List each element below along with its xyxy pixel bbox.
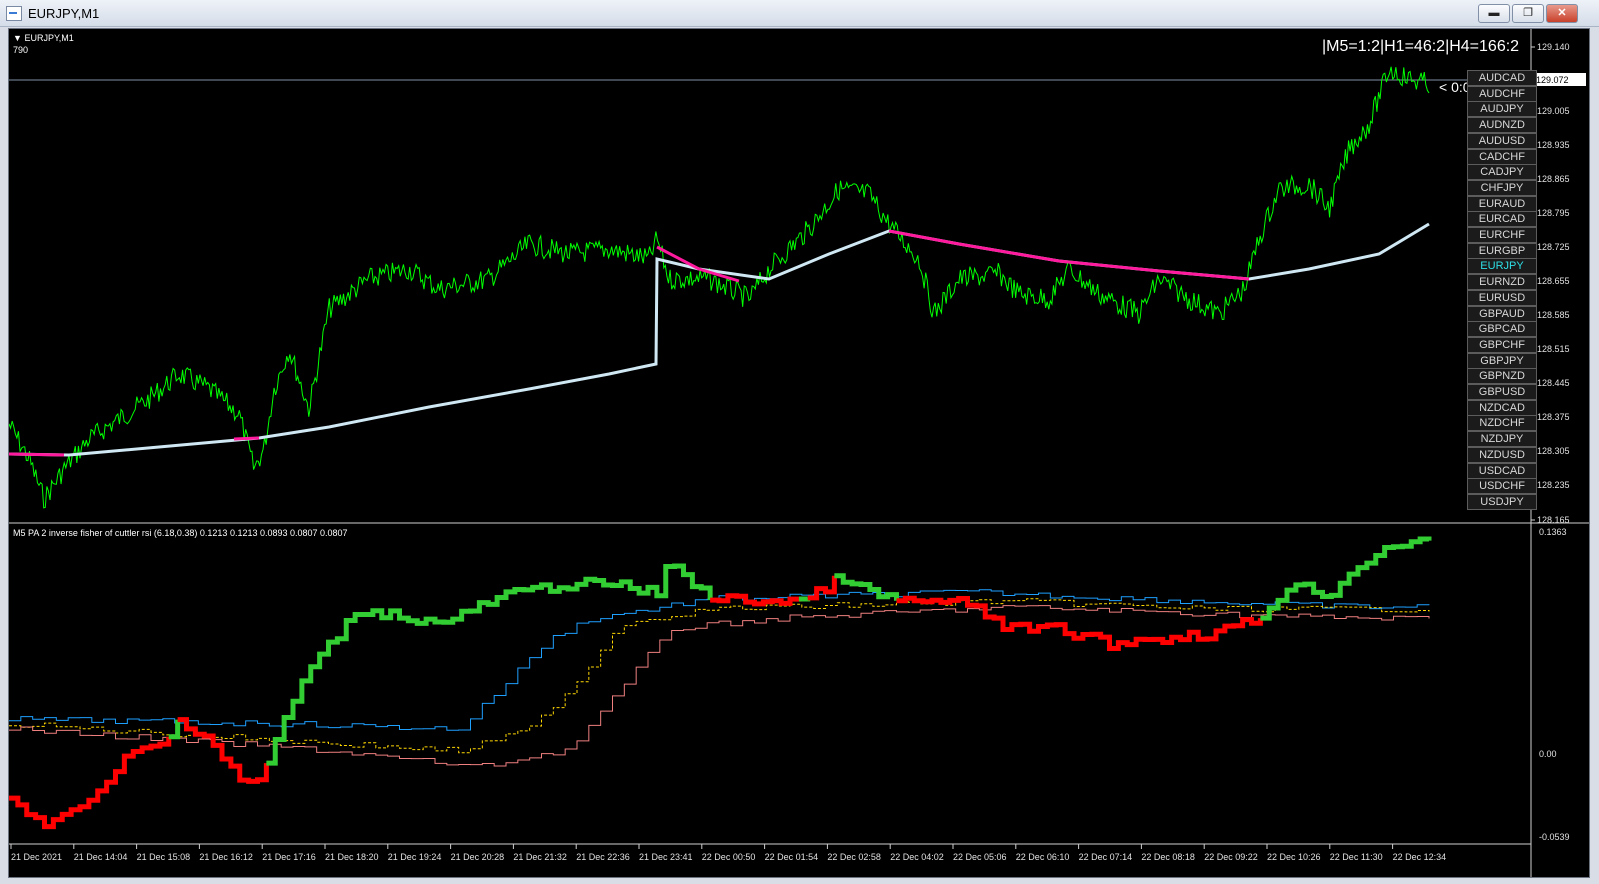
price-tick-label: 128.795	[1537, 208, 1570, 218]
price-tick-label: 128.935	[1537, 140, 1570, 150]
price-tick-label: 128.445	[1537, 378, 1570, 388]
price-tick-label: 128.375	[1537, 412, 1570, 422]
time-tick-label: 21 Dec 15:08	[137, 852, 191, 862]
price-tick-label: 128.725	[1537, 242, 1570, 252]
moving-average-line	[9, 222, 1430, 457]
moving-average-down-segment	[9, 452, 65, 457]
moving-average-down-segment	[888, 229, 1250, 281]
pair-button-eurnzd[interactable]: EURNZD	[1467, 274, 1537, 291]
pair-button-usdcad[interactable]: USDCAD	[1467, 462, 1537, 479]
pair-button-cadchf[interactable]: CADCHF	[1467, 148, 1537, 165]
pair-button-audusd[interactable]: AUDUSD	[1467, 132, 1537, 149]
pair-button-eurchf[interactable]: EURCHF	[1467, 227, 1537, 243]
pair-button-audjpy[interactable]: AUDJPY	[1467, 101, 1537, 118]
time-tick-label: 21 Dec 2021	[11, 852, 62, 862]
time-tick-label: 22 Dec 12:34	[1393, 852, 1447, 862]
indicator-bear-segment	[896, 595, 1263, 652]
pair-button-nzdchf[interactable]: NZDCHF	[1467, 415, 1537, 432]
time-tick-label: 22 Dec 09:22	[1204, 852, 1258, 862]
time-tick-label: 21 Dec 16:12	[199, 852, 253, 862]
indicator-bull-segment	[168, 719, 181, 740]
window-title: EURJPY,M1	[28, 6, 100, 21]
chart-canvas: 129.140 129.005 128.935 128.865 128.795 128.7…	[9, 29, 1589, 877]
price-tick-label: 128.235	[1537, 480, 1570, 490]
indicator-bear-segment	[177, 717, 269, 784]
indicator-bull-segment	[266, 563, 713, 766]
pair-button-gbpjpy[interactable]: GBPJPY	[1467, 352, 1537, 369]
time-tick-label: 21 Dec 18:20	[325, 852, 379, 862]
price-tick-label: 128.515	[1537, 344, 1570, 354]
time-tick-label: 21 Dec 20:28	[451, 852, 505, 862]
symbol-label: ▼ EURJPY,M1	[13, 33, 74, 43]
pair-button-euraud[interactable]: EURAUD	[1467, 195, 1537, 212]
price-tick-label: 128.585	[1537, 310, 1570, 320]
pair-button-audchf[interactable]: AUDCHF	[1467, 85, 1537, 102]
dropdown-triangle-icon[interactable]: ▼	[13, 33, 22, 43]
pair-button-nzdcad[interactable]: NZDCAD	[1467, 399, 1537, 416]
time-tick-label: 21 Dec 21:32	[513, 852, 567, 862]
pair-button-eurcad[interactable]: EURCAD	[1467, 211, 1537, 228]
price-tick-label: 128.165	[1537, 515, 1570, 525]
current-price-value: 129.072	[1536, 75, 1569, 85]
pair-button-eurusd[interactable]: EURUSD	[1467, 289, 1537, 306]
indicator-tick-label: 0.1363	[1539, 527, 1567, 537]
time-tick-label: 21 Dec 22:36	[576, 852, 630, 862]
time-tick-label: 22 Dec 02:58	[827, 852, 881, 862]
pair-button-nzdusd[interactable]: NZDUSD	[1467, 446, 1537, 463]
time-tick-label: 22 Dec 11:30	[1330, 852, 1383, 862]
indicator-tick-label: 0.00	[1539, 749, 1557, 759]
status-text: |M5=1:2|H1=46:2|H4=166:2	[1322, 38, 1520, 55]
close-button[interactable]: ✕	[1546, 4, 1578, 23]
indicator-bull-segment	[798, 596, 811, 602]
pair-button-gbpusd[interactable]: GBPUSD	[1467, 384, 1537, 400]
symbol-text: EURJPY,M1	[24, 33, 74, 43]
time-tick-label: 22 Dec 07:14	[1079, 852, 1133, 862]
price-tick-label: 129.005	[1537, 106, 1570, 116]
moving-average-down-segment	[233, 436, 260, 441]
pair-button-eurgbp[interactable]: EURGBP	[1467, 242, 1537, 259]
time-tick-label: 21 Dec 19:24	[388, 852, 442, 862]
time-tick-label: 22 Dec 06:10	[1016, 852, 1070, 862]
indicator-blue-line	[9, 589, 1430, 731]
pair-button-gbpaud[interactable]: GBPAUD	[1467, 305, 1537, 322]
chart-window-icon	[6, 6, 22, 21]
time-tick-label: 21 Dec 14:04	[74, 852, 128, 862]
time-tick-label: 21 Dec 17:16	[262, 852, 316, 862]
time-tick-label: 22 Dec 04:02	[890, 852, 944, 862]
restore-button[interactable]: ❐	[1512, 4, 1544, 23]
price-tick-label: 128.305	[1537, 446, 1570, 456]
indicator-label: M5 PA 2 inverse fisher of cuttler rsi (6…	[13, 528, 348, 538]
pair-button-gbpcad[interactable]: GBPCAD	[1467, 321, 1537, 338]
time-tick-label: 22 Dec 05:06	[953, 852, 1007, 862]
pair-button-audcad[interactable]: AUDCAD	[1467, 70, 1537, 86]
pair-button-usdjpy[interactable]: USDJPY	[1467, 493, 1537, 510]
time-tick-label: 22 Dec 01:54	[765, 852, 819, 862]
indicator-bear-segment	[710, 593, 802, 607]
pair-button-gbpchf[interactable]: GBPCHF	[1467, 336, 1537, 353]
time-tick-label: 22 Dec 10:26	[1267, 852, 1321, 862]
price-tick-label: 128.865	[1537, 174, 1570, 184]
pair-button-chfjpy[interactable]: CHFJPY	[1467, 179, 1537, 196]
indicator-bull-segment	[1260, 536, 1432, 621]
time-tick-label: 22 Dec 08:18	[1141, 852, 1195, 862]
pair-button-usdchf[interactable]: USDCHF	[1467, 478, 1537, 495]
chart-area[interactable]: 129.140 129.005 128.935 128.865 128.795 128.7…	[8, 28, 1590, 878]
pair-button-cadjpy[interactable]: CADJPY	[1467, 164, 1537, 181]
time-tick-label: 21 Dec 23:41	[639, 852, 693, 862]
pair-button-audnzd[interactable]: AUDNZD	[1467, 117, 1537, 134]
sub-label: 790	[13, 45, 29, 55]
window-titlebar: EURJPY,M1 ▬ ❐ ✕	[0, 0, 1599, 27]
indicator-bear-segment	[9, 736, 172, 830]
time-tick-label: 22 Dec 00:50	[702, 852, 756, 862]
price-tick-label: 128.655	[1537, 276, 1570, 286]
indicator-bull-segment	[834, 573, 899, 601]
pair-button-eurjpy[interactable]: EURJPY	[1467, 258, 1537, 275]
minimize-button[interactable]: ▬	[1478, 4, 1510, 23]
indicator-tick-label: -0.0539	[1539, 832, 1570, 842]
price-tick-label: 129.140	[1537, 42, 1570, 52]
pair-button-gbpnzd[interactable]: GBPNZD	[1467, 368, 1537, 385]
pair-button-nzdjpy[interactable]: NZDJPY	[1467, 431, 1537, 448]
